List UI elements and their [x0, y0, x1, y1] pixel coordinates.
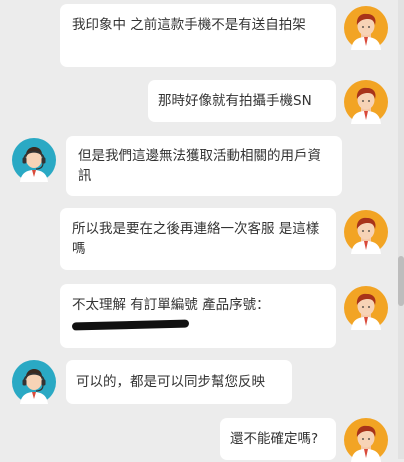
user-avatar-icon	[344, 210, 388, 254]
chat-message-user: 所以我是要在之後再連絡一次客服 是這樣嗎	[0, 208, 404, 272]
message-text: 不太理解 有訂單編號 產品序號：	[72, 297, 270, 313]
agent-headset-avatar-icon	[12, 138, 56, 182]
message-bubble: 不太理解 有訂單編號 產品序號：	[60, 284, 336, 348]
redaction-mark	[71, 319, 190, 331]
chat-message-agent: 可以的，都是可以同步幫您反映	[0, 360, 404, 408]
agent-headset-avatar-icon	[12, 360, 56, 404]
message-text: 那時好像就有拍攝手機SN	[158, 93, 312, 109]
vertical-scrollbar[interactable]	[398, 0, 404, 459]
chat-message-user: 那時好像就有拍攝手機SN	[0, 80, 404, 126]
message-text: 可以的，都是可以同步幫您反映	[76, 374, 265, 390]
chat-message-user: 不太理解 有訂單編號 產品序號：	[0, 284, 404, 350]
user-avatar-icon	[344, 418, 388, 462]
message-text: 還不能確定嗎?	[230, 431, 319, 447]
user-avatar-icon	[344, 6, 388, 50]
message-bubble: 還不能確定嗎?	[220, 418, 336, 460]
message-bubble: 可以的，都是可以同步幫您反映	[66, 360, 292, 404]
chat-message-user: 我印象中 之前這款手機不是有送自拍架	[0, 4, 404, 72]
message-bubble: 我印象中 之前這款手機不是有送自拍架	[60, 4, 336, 67]
message-text: 但是我們這邊無法獲取活動相關的用戶資訊	[78, 148, 321, 184]
chat-message-agent: 但是我們這邊無法獲取活動相關的用戶資訊	[0, 136, 404, 198]
message-bubble: 那時好像就有拍攝手機SN	[148, 80, 336, 122]
message-bubble: 但是我們這邊無法獲取活動相關的用戶資訊	[66, 136, 342, 196]
message-text: 所以我是要在之後再連絡一次客服 是這樣嗎	[72, 221, 320, 257]
chat-message-user: 還不能確定嗎?	[0, 418, 404, 462]
scrollbar-thumb[interactable]	[398, 256, 404, 306]
message-text: 我印象中 之前這款手機不是有送自拍架	[72, 17, 306, 33]
user-avatar-icon	[344, 80, 388, 124]
user-avatar-icon	[344, 286, 388, 330]
message-bubble: 所以我是要在之後再連絡一次客服 是這樣嗎	[60, 208, 336, 270]
